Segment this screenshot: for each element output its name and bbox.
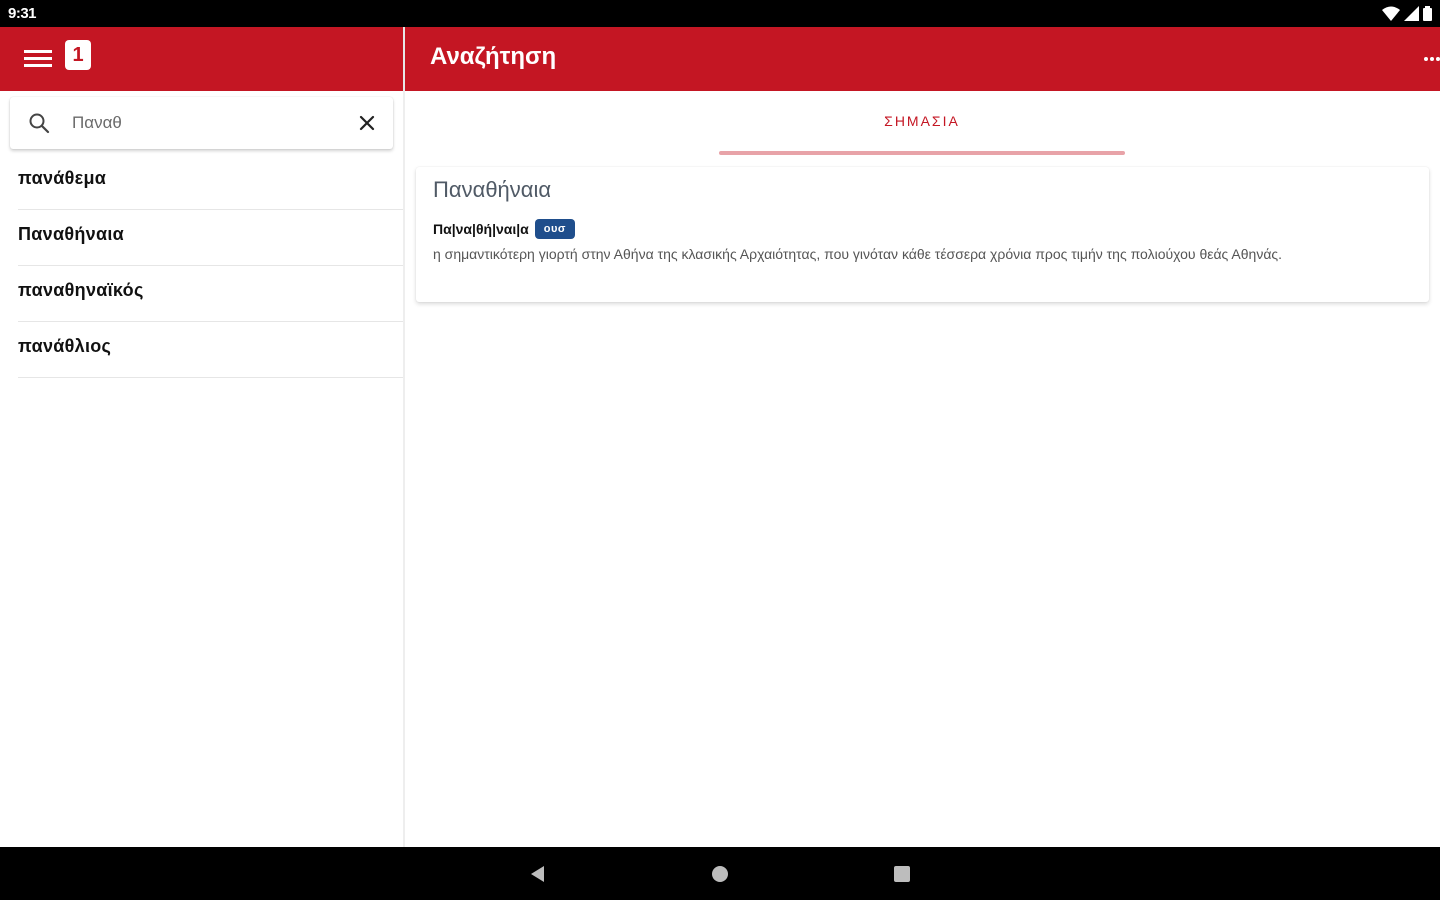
navigation-bar: [0, 847, 1440, 900]
status-icons: [1382, 6, 1432, 21]
tab-indicator: [719, 151, 1125, 155]
list-item[interactable]: πανάθλιος: [18, 322, 403, 378]
search-box: [10, 97, 393, 149]
entry-definition: η σημαντικότερη γιορτή στην Αθήνα της κλ…: [433, 246, 1283, 262]
status-bar: 9:31: [0, 0, 1440, 27]
tab-meaning[interactable]: ΣΗΜΑΣΙΑ: [719, 91, 1125, 155]
result-label: πανάθλιος: [18, 336, 112, 356]
menu-button[interactable]: [22, 45, 54, 73]
more-options-button[interactable]: [1422, 49, 1440, 69]
search-pane: πανάθεμα Παναθήναια παναθηναϊκός πανάθλι…: [0, 91, 403, 847]
entry-syllables: Πα|να|θή|ναι|α: [433, 221, 529, 237]
tab-label: ΣΗΜΑΣΙΑ: [884, 113, 960, 129]
signal-icon: [1404, 6, 1419, 21]
list-item[interactable]: Παναθήναια: [18, 210, 403, 266]
nav-back-button[interactable]: [528, 864, 548, 884]
page-title: Αναζήτηση: [430, 43, 557, 70]
app-logo: 1: [65, 40, 91, 70]
nav-home-button[interactable]: [710, 864, 730, 884]
syllable-row: Πα|να|θή|ναι|α ουσ: [433, 218, 575, 240]
right-app-bar: Αναζήτηση: [405, 27, 1440, 91]
list-item[interactable]: παναθηναϊκός: [18, 266, 403, 322]
clear-search-button[interactable]: [356, 112, 378, 134]
search-icon: [29, 113, 50, 134]
result-label: πανάθεμα: [18, 168, 107, 188]
result-label: παναθηναϊκός: [18, 280, 144, 300]
hamburger-icon: [24, 50, 52, 67]
search-input[interactable]: [70, 109, 340, 137]
nav-recents-button[interactable]: [892, 864, 912, 884]
back-icon: [531, 866, 544, 882]
wifi-icon: [1382, 6, 1400, 21]
battery-icon: [1423, 6, 1432, 21]
detail-pane: ΣΗΜΑΣΙΑ Παναθήναια Πα|να|θή|ναι|α ουσ η …: [405, 91, 1440, 847]
entry-card: Παναθήναια Πα|να|θή|ναι|α ουσ η σημαντικ…: [416, 167, 1429, 302]
entry-headword: Παναθήναια: [433, 177, 552, 202]
home-icon: [712, 866, 728, 882]
left-app-bar: 1: [0, 27, 403, 91]
status-time: 9:31: [8, 5, 37, 22]
list-item[interactable]: πανάθεμα: [18, 154, 403, 210]
more-icon: [1424, 57, 1440, 61]
recents-icon: [894, 866, 910, 882]
results-list: πανάθεμα Παναθήναια παναθηναϊκός πανάθλι…: [18, 154, 403, 378]
result-label: Παναθήναια: [18, 224, 125, 244]
part-of-speech-badge: ουσ: [534, 219, 575, 239]
close-icon: [359, 115, 375, 131]
